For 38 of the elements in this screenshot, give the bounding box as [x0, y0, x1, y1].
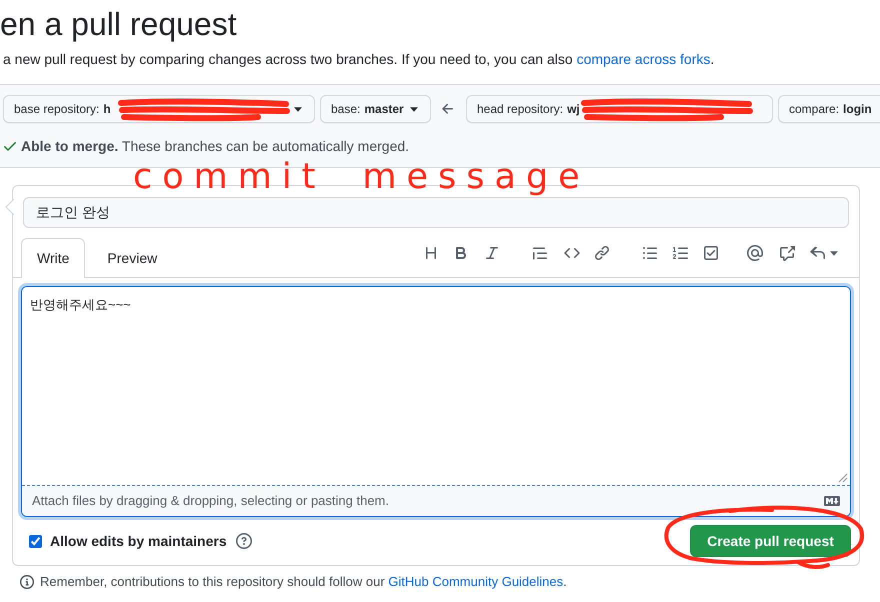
code-icon[interactable] — [564, 245, 580, 261]
allow-edits-checkbox[interactable] — [29, 534, 42, 548]
caret-icon[interactable] — [830, 250, 838, 256]
branch-dropdown[interactable]: base: master — [320, 95, 431, 123]
link-icon[interactable] — [594, 245, 610, 261]
help-icon[interactable] — [236, 533, 252, 549]
markdown-icon[interactable] — [824, 493, 840, 509]
bulleted-list-icon[interactable] — [642, 245, 658, 261]
comment-field[interactable]: 반영해주세요~~~ — [22, 287, 850, 486]
heading-icon[interactable] — [423, 245, 439, 261]
repository-dropdown[interactable]: head repository: wj — [466, 95, 773, 123]
reply-icon[interactable] — [810, 245, 826, 261]
attach-hint-text: Attach files by dragging & dropping, selecting or pasting them. — [32, 492, 389, 510]
editor-tab[interactable]: Write — [21, 238, 86, 278]
handwritten-annotation: commit message — [133, 158, 590, 196]
info-icon — [20, 575, 34, 589]
description-text: a new pull request by comparing changes across two branches. If you need to, you can also compare across forks. — [3, 50, 714, 69]
community-guidelines-link[interactable]: GitHub Community Guidelines — [388, 574, 564, 589]
page-title: en a pull request — [0, 5, 237, 44]
repository-dropdown[interactable]: base repository: h — [3, 95, 315, 123]
comment-editor[interactable]: 반영해주세요~~~ Attach files by dragging & dropping, selecting or pasting them. — [21, 286, 851, 517]
guidelines-text: Remember, contributions to this repository should follow our GitHub Community Guidelines. — [40, 573, 567, 591]
quote-icon[interactable] — [532, 245, 548, 261]
italic-icon[interactable] — [484, 245, 500, 261]
allow-edits-label: Allow edits by maintainers — [50, 532, 227, 551]
cross-reference-icon[interactable] — [779, 245, 795, 261]
numbered-list-icon[interactable] — [673, 245, 689, 261]
resize-handle-icon[interactable] — [838, 473, 848, 483]
task-list-icon[interactable] — [703, 245, 719, 261]
merge-status-text: Able to merge. These branches can be automatically merged. — [21, 137, 410, 156]
mention-icon[interactable] — [747, 245, 763, 261]
compare-forks-link[interactable]: compare across forks — [576, 51, 710, 67]
create-pull-request-button[interactable]: Create pull request — [690, 525, 851, 557]
branch-dropdown[interactable]: compare: login — [778, 95, 880, 123]
arrow-left-icon — [440, 101, 456, 117]
title-field[interactable]: 로그인 완성 — [23, 197, 849, 228]
bold-icon[interactable] — [453, 245, 469, 261]
editor-tab[interactable]: Preview — [91, 238, 174, 277]
